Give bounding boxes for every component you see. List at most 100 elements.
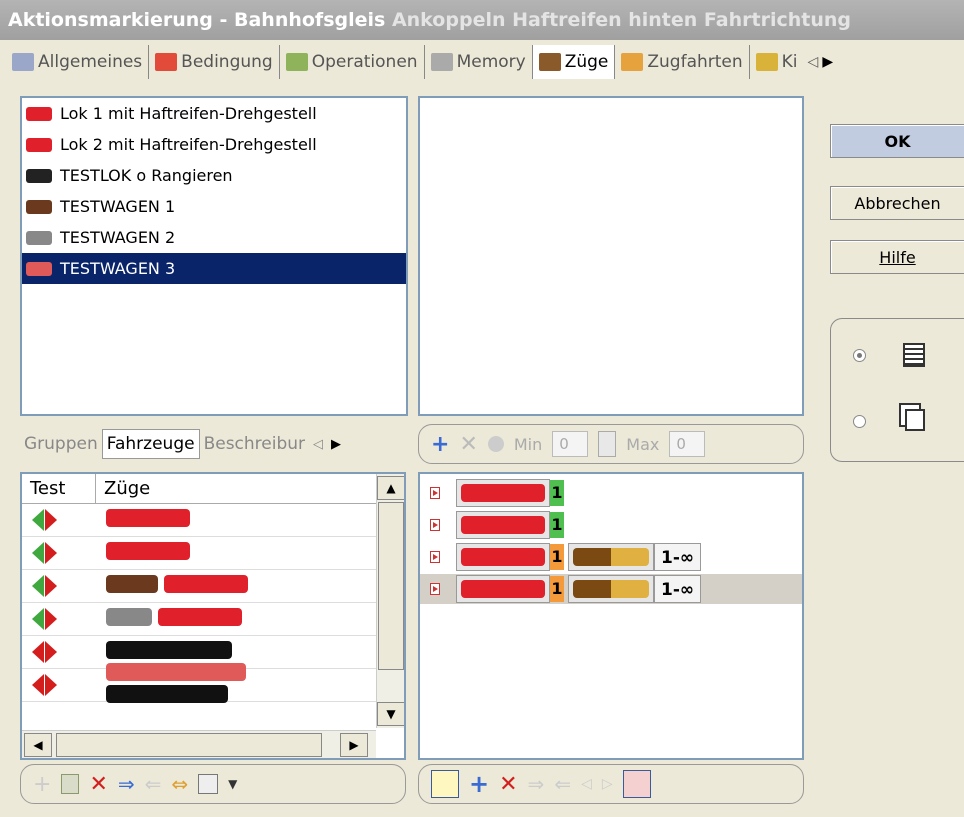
train-image [106,641,232,659]
vehicle-toolbar: + ✕ ⇒ ⇐ ⇔ ▼ [20,764,406,804]
tab-ki[interactable]: Ki [750,45,804,79]
tab-allgemeines[interactable]: Allgemeines [6,45,150,79]
wagon-icon [26,199,52,214]
routes-icon [621,53,644,71]
column-header-test[interactable]: Test [22,474,96,503]
vertical-scrollbar[interactable]: ▲ ▼ [376,474,404,728]
steam-locomotive-icon [26,168,52,183]
sequence-row[interactable]: 1 [420,510,564,540]
train-image [164,575,248,593]
table-row[interactable] [22,570,376,603]
tab-zugfahrten[interactable]: Zugfahrten [615,45,750,79]
ok-button[interactable]: OK [830,124,964,158]
vehicle-list[interactable]: Lok 1 mit Haftreifen-Drehgestell Lok 2 m… [20,96,408,416]
table-row[interactable] [22,663,376,703]
swap-icon[interactable]: ⇔ [171,772,188,796]
refresh-icon[interactable] [61,774,80,794]
table-row[interactable] [22,504,376,537]
tab-operationen[interactable]: Operationen [280,45,425,79]
expand-icon[interactable] [430,519,440,531]
list-item-label: TESTWAGEN 2 [60,228,176,247]
trains-grid: Test Züge ▲ ▼ ◀ ▶ [20,472,406,760]
list-item[interactable]: Lok 1 mit Haftreifen-Drehgestell [22,98,406,129]
chevron-down-icon[interactable]: ▼ [228,777,237,791]
grouped-view-radio[interactable] [853,415,866,428]
export-icon[interactable] [622,770,651,798]
list-item[interactable]: TESTWAGEN 1 [22,191,406,222]
tab-zuege[interactable]: Züge [532,45,616,79]
direction-arrow-icon[interactable] [32,542,70,564]
train-image [158,608,242,626]
help-button[interactable]: Hilfe [830,240,964,274]
list-item[interactable]: Lok 2 mit Haftreifen-Drehgestell [22,129,406,160]
train-image [573,580,649,598]
scroll-right-icon[interactable]: ▶ [327,433,345,456]
move-left-icon[interactable]: ⇐ [554,772,571,796]
move-right-icon[interactable]: ⇒ [118,772,135,796]
table-row[interactable] [22,603,376,636]
tab-label: Ki [781,52,798,72]
sequence-row[interactable]: 1 1-∞ [420,574,802,604]
scroll-left-icon[interactable]: ◀ [24,733,52,757]
scroll-thumb[interactable] [378,502,404,670]
scroll-thumb[interactable] [56,733,322,757]
sequence-row[interactable]: 1 1-∞ [420,542,702,572]
wagon-icon [26,261,52,276]
train-image [461,516,545,534]
next-icon[interactable]: ▷ [602,776,613,792]
min-input[interactable]: 0 [552,431,589,457]
tab-bedingung[interactable]: Bedingung [149,45,280,79]
list-item[interactable]: TESTWAGEN 2 [22,222,406,253]
tab-fahrzeuge[interactable]: Fahrzeuge [101,429,200,459]
sequence-row[interactable]: 1 [420,478,564,508]
scroll-up-icon[interactable]: ▲ [377,476,404,500]
table-row[interactable] [22,537,376,570]
previous-icon[interactable]: ◁ [581,776,592,792]
new-sequence-icon[interactable] [431,770,459,798]
expand-icon[interactable] [430,551,440,563]
wagon-cell [568,575,654,603]
expand-icon[interactable] [430,583,440,595]
max-input[interactable]: 0 [669,431,706,457]
window-title: Aktionsmarkierung - Bahnhofsgleis [8,9,386,31]
add-icon[interactable]: + [33,772,51,797]
tab-memory[interactable]: Memory [425,45,533,79]
range-label: 1-∞ [654,575,702,603]
copy-icon[interactable] [198,774,219,794]
expand-icon[interactable] [430,487,440,499]
list-item-label: Lok 2 mit Haftreifen-Drehgestell [60,135,317,154]
tab-scroll-left-icon[interactable]: ◁ [808,54,819,70]
move-right-icon[interactable]: ⇒ [528,772,545,796]
add-icon[interactable]: + [469,770,489,798]
list-view-radio[interactable] [853,349,866,362]
cancel-button[interactable]: Abbrechen [830,186,964,220]
list-item-label: TESTWAGEN 3 [60,259,176,278]
direction-arrow-icon[interactable] [32,608,70,630]
tab-scroll-right-icon[interactable]: ▶ [822,54,833,70]
delete-icon[interactable]: ✕ [499,772,517,797]
scroll-right-icon[interactable]: ▶ [340,733,368,757]
delete-icon[interactable]: ✕ [89,772,107,797]
tab-gruppen[interactable]: Gruppen [20,430,102,458]
min-spinner-icon[interactable] [598,431,617,457]
disabled-icon[interactable] [487,436,504,452]
column-header-trains[interactable]: Züge [96,474,376,503]
add-icon[interactable]: + [431,432,449,457]
list-item[interactable]: TESTLOK o Rangieren [22,160,406,191]
horizontal-scrollbar[interactable]: ◀ ▶ [22,730,376,758]
move-left-icon[interactable]: ⇐ [145,772,162,796]
max-label: Max [626,434,660,454]
filter-toolbar: + ✕ Min 0 Max 0 [418,424,804,464]
direction-arrow-icon[interactable] [32,575,70,597]
delete-icon[interactable]: ✕ [459,432,477,457]
grid-header: Test Züge [22,474,376,504]
direction-arrow-icon[interactable] [32,674,70,696]
vehicle-cell [456,479,550,507]
tab-label: Allgemeines [38,52,143,72]
scroll-left-icon[interactable]: ◁ [309,433,327,456]
direction-arrow-icon[interactable] [32,641,70,663]
list-item[interactable]: TESTWAGEN 3 [22,253,406,284]
direction-arrow-icon[interactable] [32,509,70,531]
tab-beschreibung[interactable]: Beschreibur [200,430,309,458]
scroll-down-icon[interactable]: ▼ [377,702,404,726]
